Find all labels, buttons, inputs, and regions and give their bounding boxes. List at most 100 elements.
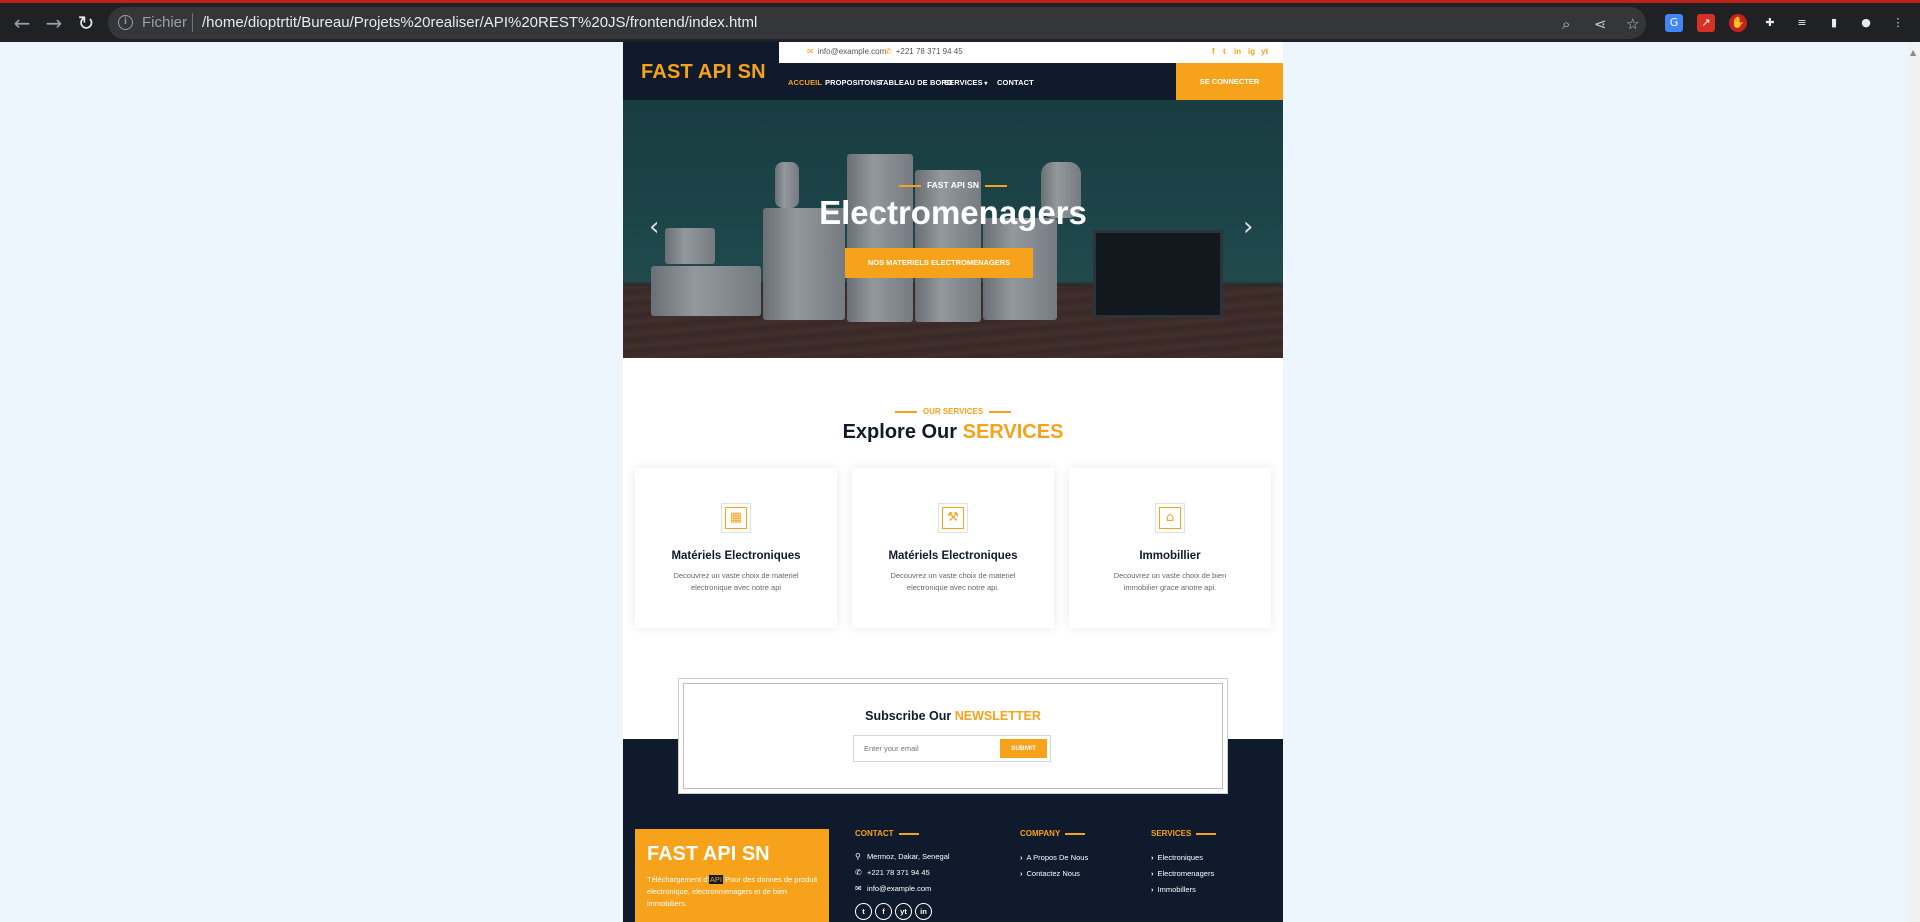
footer-linkedin-icon[interactable]: in <box>915 903 932 920</box>
url-text[interactable]: /home/dioptrtit/Bureau/Projets%20realise… <box>202 14 757 31</box>
footer-link-contact[interactable]: › Contactez Nous <box>1020 869 1080 878</box>
newsletter-submit-button[interactable]: SUBMIT <box>1000 739 1047 758</box>
kicker-line-left <box>898 185 921 187</box>
footer-heading-line <box>1065 833 1086 835</box>
newsletter-title-prefix: Subscribe Our <box>865 709 952 723</box>
footer-link-electromenagers[interactable]: › Electromenagers <box>1151 869 1214 878</box>
nav-contact[interactable]: CONTACT <box>997 78 1034 87</box>
services-kicker-line-right <box>989 411 1012 413</box>
services-kicker: OUR SERVICES <box>623 407 1283 416</box>
puzzle-icon[interactable]: ✚ <box>1761 14 1779 32</box>
twitter-icon[interactable]: t <box>1223 47 1226 56</box>
topbar-phone[interactable]: ✆ +221 78 371 94 45 <box>885 47 963 56</box>
footer-logo[interactable]: FAST API SN <box>647 843 770 866</box>
login-button[interactable]: SE CONNECTER <box>1176 63 1283 100</box>
footer-email-text: info@example.com <box>867 884 932 893</box>
footer-company-heading: COMPANY <box>1020 829 1086 838</box>
footer-email[interactable]: ✉ info@example.com <box>855 884 931 893</box>
newsletter-title: Subscribe Our NEWSLETTER <box>679 709 1227 723</box>
caret-down-icon: ▾ <box>982 81 988 87</box>
red-arrow-extension-icon[interactable]: ↗ <box>1697 14 1715 32</box>
nav-accueil[interactable]: ACCUEIL <box>788 78 822 87</box>
phone-icon: ✆ <box>885 47 892 56</box>
phone-icon: ✆ <box>855 868 862 877</box>
site-logo[interactable]: FAST API SN <box>641 61 766 84</box>
profile-icon[interactable]: ● <box>1857 14 1875 32</box>
bookmark-star-icon[interactable]: ☆ <box>1626 15 1639 33</box>
reload-icon[interactable]: ↻ <box>72 9 100 37</box>
footer-link-immobillers[interactable]: › Immobillers <box>1151 885 1196 894</box>
nav-services-label: SERVICES <box>944 78 983 87</box>
service-card-desc: Decouvrez un vaste choix de materiel ele… <box>890 571 1016 592</box>
utensils-glyph: ⚒ <box>942 507 964 529</box>
services-kicker-line-left <box>894 411 917 413</box>
footer-phone[interactable]: ✆ +221 78 371 94 45 <box>855 868 930 877</box>
footer-heading-line <box>898 833 919 835</box>
service-card-desc: Decouvrez un vaste choix de materiel ele… <box>673 571 799 592</box>
back-icon[interactable]: ← <box>8 9 36 37</box>
footer-link-electromenagers-text: Electromenagers <box>1157 869 1215 878</box>
forward-icon[interactable]: → <box>40 9 68 37</box>
service-card-title: Matériels Electroniques <box>671 550 801 562</box>
footer-link-electroniques[interactable]: › Electroniques <box>1151 853 1203 862</box>
address-bar[interactable]: i Fichier /home/dioptrtit/Bureau/Projets… <box>108 7 1646 39</box>
top-info-bar: ✉ info@example.com ✆ +221 78 371 94 45 f t… <box>779 42 1283 63</box>
scheme-label: Fichier <box>142 14 188 31</box>
carousel-next-icon[interactable]: › <box>1243 212 1253 242</box>
service-card[interactable]: ⚒ Matériels Electroniques Decouvrez un v… <box>852 468 1054 628</box>
facebook-icon[interactable]: f <box>1212 47 1215 56</box>
hand-extension-icon[interactable]: ✋ <box>1729 14 1747 32</box>
landmark-glyph: ⌂ <box>1159 507 1181 529</box>
footer-youtube-icon[interactable]: yt <box>895 903 912 920</box>
kicker-line-right <box>985 185 1008 187</box>
landmark-icon: ⌂ <box>1155 503 1185 533</box>
zoom-icon[interactable]: ⌕ <box>1562 15 1570 33</box>
footer-phone-text: +221 78 371 94 45 <box>867 868 930 877</box>
services-title-accent: SERVICES <box>962 421 1064 443</box>
topbar-phone-text: +221 78 371 94 45 <box>895 47 963 56</box>
media-list-icon[interactable]: ≡ <box>1793 14 1811 32</box>
service-card[interactable]: ▦ Matériels Electroniques Decouvrez un v… <box>635 468 837 628</box>
newsletter-box: Subscribe Our NEWSLETTER SUBMIT <box>678 678 1228 794</box>
footer-facebook-icon[interactable]: f <box>875 903 892 920</box>
instagram-icon[interactable]: ig <box>1248 47 1255 56</box>
services-title-prefix: Explore Our <box>842 421 958 443</box>
footer-link-contact-text: Contactez Nous <box>1026 869 1080 878</box>
footer-desc-start: Téléchargement d' <box>647 875 709 884</box>
building-glyph: ▦ <box>725 507 747 529</box>
header-brand: FAST API SN <box>623 42 779 100</box>
translate-extension-icon[interactable]: G <box>1665 14 1683 32</box>
carousel-prev-icon[interactable]: ‹ <box>649 212 659 242</box>
menu-kebab-icon[interactable]: ⋮ <box>1889 14 1907 32</box>
hero-kicker-text: FAST API SN <box>926 180 980 190</box>
linkedin-icon[interactable]: in <box>1234 47 1241 56</box>
topbar-email[interactable]: ✉ info@example.com <box>807 47 886 56</box>
website: FAST API SN ✉ info@example.com ✆ +221 78 3… <box>623 42 1283 922</box>
footer-services-heading: SERVICES <box>1151 829 1217 838</box>
footer-heading-line <box>1196 833 1217 835</box>
chevron-right-icon: › <box>1020 853 1023 862</box>
hero-kicker: FAST API SN <box>623 180 1283 190</box>
hero-carousel: FAST API SN Electromenagers NOS MATERIEL… <box>623 100 1283 358</box>
side-panel-icon[interactable]: ▮ <box>1825 14 1843 32</box>
page-scrollbar[interactable]: ▲ <box>1908 42 1920 922</box>
nav-propositons[interactable]: PROPOSITONS <box>825 78 881 87</box>
youtube-icon[interactable]: yt <box>1261 47 1268 56</box>
newsletter-email-input[interactable] <box>854 736 1004 761</box>
info-icon[interactable]: i <box>118 15 133 30</box>
footer-address-text: Mermoz, Dakar, Senegal <box>867 852 950 861</box>
hero-title: Electromenagers <box>819 194 1087 231</box>
scroll-up-icon[interactable]: ▲ <box>1910 48 1916 57</box>
footer-twitter-icon[interactable]: t <box>855 903 872 920</box>
footer-link-about[interactable]: › A Propos De Nous <box>1020 853 1088 862</box>
service-card[interactable]: ⌂ Immobillier Decouvrez un vaste choix d… <box>1069 468 1271 628</box>
chevron-right-icon: › <box>1151 853 1154 862</box>
services-title: Explore Our SERVICES <box>623 421 1283 444</box>
newsletter-title-accent: NEWSLETTER <box>954 709 1041 723</box>
footer-desc-highlight: API <box>708 875 723 884</box>
nav-tableau-de-bord[interactable]: TABLEAU DE BORD <box>879 78 952 87</box>
hero-cta-button[interactable]: NOS MATERIELS ELECTROMENAGERS <box>845 248 1033 278</box>
share-icon[interactable]: ⋖ <box>1594 15 1607 33</box>
nav-services[interactable]: SERVICES ▾ <box>944 78 987 87</box>
address-separator <box>192 13 193 32</box>
